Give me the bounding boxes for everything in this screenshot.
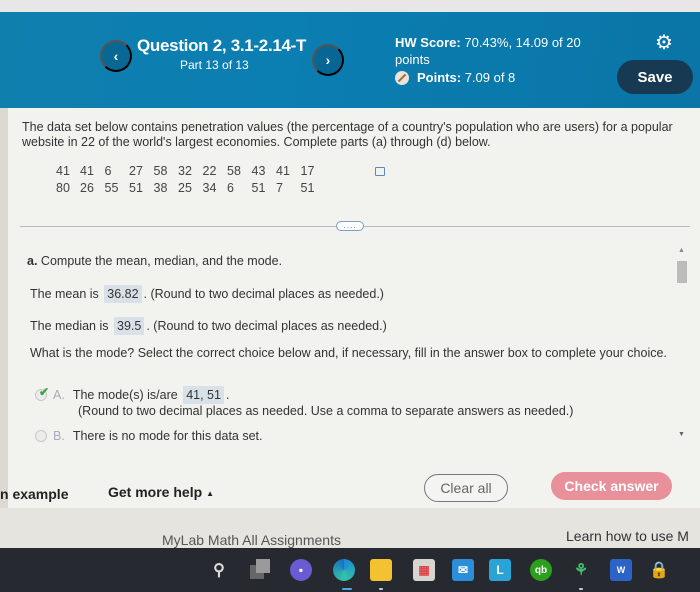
scroll-thumb[interactable] — [677, 261, 687, 283]
windows-start-icon[interactable] — [168, 559, 190, 581]
top-strip — [0, 0, 700, 12]
points-status: Points: 7.09 of 8 — [395, 70, 515, 85]
data-value: 55 — [104, 181, 119, 195]
median-prefix: The median is — [30, 319, 109, 333]
scroll-down-icon[interactable]: ▼ — [678, 431, 685, 438]
choice-a-note: (Round to two decimal places as needed. … — [78, 404, 574, 418]
get-more-help-label: Get more help — [108, 484, 203, 500]
copy-data-icon[interactable] — [375, 167, 385, 176]
caret-up-icon: ▲ — [206, 488, 215, 498]
question-title: Question 2, 3.1-2.14-T — [137, 36, 307, 55]
choice-b-text: There is no mode for this data set. — [72, 429, 263, 443]
check-answer-button[interactable]: Check answer — [551, 472, 672, 500]
mean-line: The mean is 36.82 . (Round to two decima… — [30, 285, 384, 303]
data-value: 7 — [276, 181, 283, 195]
scroll-up-icon[interactable]: ▲ — [678, 247, 685, 254]
question-footer: n example Get more help ▲ Clear all Check… — [0, 470, 700, 508]
l-app-icon[interactable]: L — [489, 559, 511, 581]
median-line: The median is 39.5 . (Round to two decim… — [30, 317, 387, 335]
correct-check-icon: ✔ — [39, 385, 50, 399]
choice-a-prefix: The mode(s) is/are — [72, 388, 178, 402]
data-row-2: 80 26 55 51 38 25 34 6 51 7 51 — [56, 181, 321, 195]
data-value: 38 — [153, 181, 168, 195]
security-lock-icon[interactable]: 🔒 — [648, 559, 670, 581]
data-value: 51 — [300, 181, 315, 195]
data-value: 51 — [251, 181, 266, 195]
choice-b[interactable]: B. There is no mode for this data set. — [35, 429, 263, 443]
data-value: 22 — [202, 164, 217, 178]
data-value: 6 — [104, 164, 112, 178]
data-value: 41 — [80, 164, 94, 178]
mail-icon[interactable]: ✉ — [452, 559, 474, 581]
chevron-left-icon: ‹ — [113, 48, 119, 64]
problem-intro: The data set below contains penetration … — [22, 120, 673, 149]
part-a-heading: a. Compute the mean, median, and the mod… — [27, 254, 282, 268]
data-value: 27 — [129, 164, 143, 178]
active-indicator — [342, 588, 352, 590]
data-value: 41 — [56, 164, 70, 178]
running-indicator — [579, 588, 583, 590]
data-value: 58 — [227, 164, 241, 178]
radio-b[interactable] — [35, 430, 47, 442]
median-answer-box[interactable]: 39.5 — [114, 317, 145, 335]
view-example-link[interactable]: n example — [0, 486, 68, 502]
choice-a-suffix: . — [225, 388, 230, 402]
teams-icon[interactable]: ▪ — [290, 559, 312, 581]
clear-all-button[interactable]: Clear all — [424, 474, 508, 502]
file-explorer-icon[interactable] — [370, 559, 392, 581]
bookmarks-bar: MyLab Math All Assignments Learn how to … — [0, 508, 700, 548]
task-view-icon[interactable] — [250, 559, 272, 581]
gear-icon[interactable]: ⚙ — [653, 32, 675, 54]
mean-suffix: . (Round to two decimal places as needed… — [143, 287, 384, 301]
median-suffix: . (Round to two decimal places as needed… — [146, 319, 387, 333]
choice-a-letter: A. — [53, 388, 65, 402]
edge-icon[interactable] — [333, 559, 355, 581]
data-value: 34 — [202, 181, 217, 195]
microsoft-store-icon[interactable]: ▦ — [413, 559, 435, 581]
data-value: 17 — [300, 164, 315, 178]
left-edge — [0, 108, 8, 508]
data-value: 43 — [251, 164, 266, 178]
expand-more-button[interactable]: .... — [336, 221, 364, 231]
data-value: 58 — [153, 164, 168, 178]
choice-a[interactable]: ✔ A. The mode(s) is/are 41, 51 . — [35, 385, 230, 404]
taskbar: ⚲ ▪ ▦ ✉ L qb ⚘ W 🔒 — [0, 548, 700, 592]
points-label: Points: — [417, 70, 462, 85]
mean-prefix: The mean is — [30, 287, 99, 301]
get-more-help-link[interactable]: Get more help ▲ — [108, 484, 214, 500]
part-a-letter: a. — [27, 254, 38, 268]
data-value: 6 — [227, 181, 234, 195]
part-a-text: Compute the mean, median, and the mode. — [40, 254, 283, 268]
data-value: 26 — [80, 181, 94, 195]
radio-a[interactable]: ✔ — [35, 385, 49, 401]
data-value: 51 — [129, 181, 143, 195]
data-value: 41 — [276, 164, 290, 178]
content-scrollbar[interactable]: ▲ ▼ — [675, 247, 689, 447]
data-value: 32 — [178, 164, 192, 178]
previous-question-button[interactable]: ‹ — [100, 40, 132, 72]
question-part: Part 13 of 13 — [180, 58, 249, 72]
word-icon[interactable]: W — [610, 559, 632, 581]
bookmark-learn-how[interactable]: Learn how to use M — [566, 528, 689, 544]
hw-score: HW Score: 70.43%, 14.09 of 20 points — [395, 34, 615, 68]
hw-score-label: HW Score: — [395, 35, 461, 50]
data-value: 25 — [178, 181, 192, 195]
running-indicator — [379, 588, 383, 590]
data-value: 80 — [56, 181, 70, 195]
bookmark-mylab-assignments[interactable]: MyLab Math All Assignments — [162, 532, 341, 548]
next-question-button[interactable]: › — [312, 44, 344, 76]
dragon-icon[interactable]: ⚘ — [570, 559, 592, 581]
mode-question: What is the mode? Select the correct cho… — [30, 346, 667, 360]
mode-answer-box[interactable]: 41, 51 — [183, 386, 224, 404]
choice-b-letter: B. — [53, 429, 65, 443]
question-header: ‹ Question 2, 3.1-2.14-T Part 13 of 13 ›… — [0, 12, 700, 108]
partial-credit-icon — [395, 70, 409, 85]
data-row-1: 41 41 6 27 58 32 22 58 43 41 17 — [56, 164, 321, 178]
points-value: 7.09 of 8 — [464, 70, 516, 85]
mean-answer-box[interactable]: 36.82 — [104, 285, 142, 303]
save-button[interactable]: Save — [617, 60, 693, 94]
search-icon[interactable]: ⚲ — [208, 559, 230, 581]
quickbooks-icon[interactable]: qb — [530, 559, 552, 581]
chevron-right-icon: › — [325, 52, 331, 68]
